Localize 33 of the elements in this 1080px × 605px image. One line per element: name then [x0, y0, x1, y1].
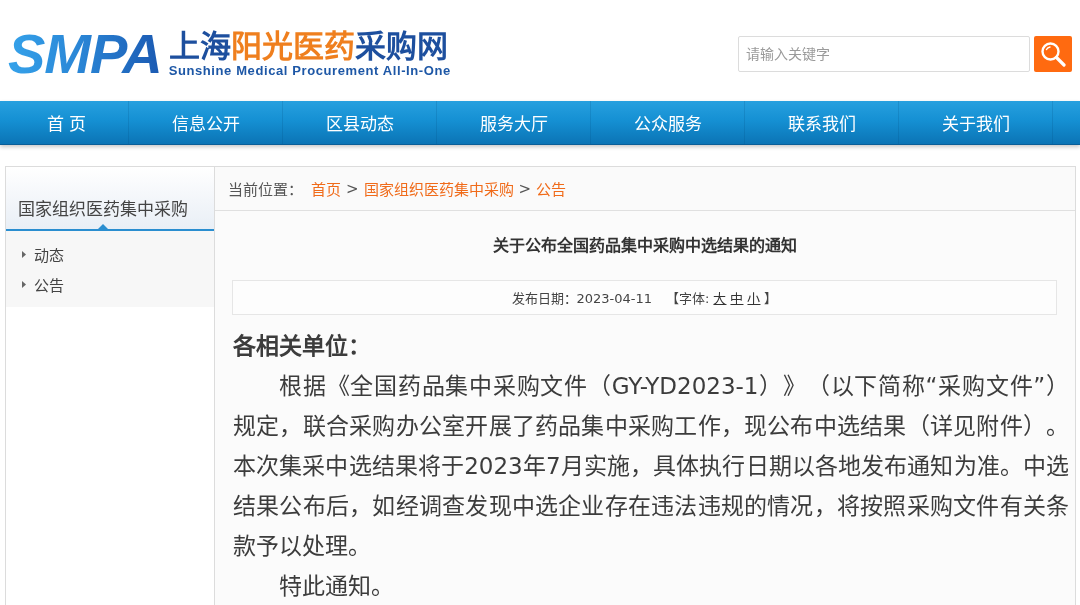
breadcrumb-separator: >	[518, 179, 532, 198]
nav-item[interactable]: 公众服务	[591, 101, 746, 144]
font-size-link[interactable]: 小	[747, 288, 761, 307]
font-size-link[interactable]: 大	[713, 288, 727, 307]
breadcrumb-link[interactable]: 公告	[536, 178, 567, 199]
body-paragraph: 特此通知。	[278, 572, 395, 601]
breadcrumb-link[interactable]: 首页	[311, 178, 341, 199]
sidebar-link[interactable]: 公告	[34, 273, 64, 295]
salutation: 各相关单位：	[232, 332, 372, 361]
nav-item[interactable]: 区县动态	[283, 101, 438, 144]
bracket-text: 】	[764, 290, 778, 307]
caret-icon	[22, 280, 26, 288]
sidebar-link[interactable]: 动态	[34, 243, 64, 265]
search-field[interactable]: 请输入关键字	[738, 36, 1030, 72]
breadcrumb-link[interactable]: 国家组织医药集中采购	[363, 178, 514, 199]
nav-item[interactable]: 服务大厅	[437, 101, 592, 144]
search-icon	[1040, 41, 1066, 67]
body-paragraph: 根据《全国药品集中采购文件（GY-YD2023-1）》（以下简称“采购文件”）规定，联合采购办公室开展了药品集中采购工作，现公布中选结果（详见附件）。本次集采中选结果将于2023年7月实施，具体执行日期以各地发布通知为准。中选结果公布后，如经调查发现中选企业存在违法违规的情况，将按照采购文件有关条款予以处理。	[232, 372, 1069, 561]
sidebar-heading: 国家组织医药集中采购	[18, 198, 188, 220]
nav-item[interactable]: 首 页	[4, 101, 130, 144]
font-size-link[interactable]: 中	[730, 288, 744, 307]
nav-item[interactable]: 信息公开	[129, 101, 284, 144]
breadcrumb-separator: >	[346, 179, 359, 198]
site-subtitle: Sunshine Medical Procurement All-In-One	[168, 62, 451, 78]
nav-item[interactable]: 联系我们	[745, 101, 900, 144]
site-name: 上海阳光医药采购网	[168, 30, 449, 62]
font-size-label: 【字体:	[666, 290, 710, 307]
article-title: 关于公布全国药品集中采购中选结果的通知	[491, 235, 798, 257]
search-button[interactable]	[1034, 36, 1072, 72]
breadcrumb-label: 当前位置：	[228, 180, 303, 199]
caret-icon	[22, 250, 26, 258]
publish-date: 发布日期：2023-04-11	[511, 290, 653, 307]
nav-item[interactable]: 关于我们	[899, 101, 1054, 144]
